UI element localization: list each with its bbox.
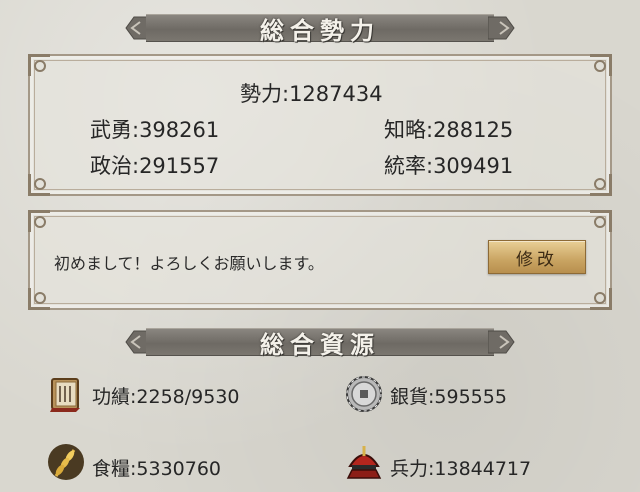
intelligence-stat: 知略:288125 <box>384 118 514 142</box>
power-section-title: 総合勢力 <box>260 15 380 45</box>
profile-message: 初めまして！よろしくお願いします。 <box>54 254 324 273</box>
food-value: 食糧:5330760 <box>92 458 222 480</box>
resources-section-header: 総合資源 <box>124 324 516 360</box>
silver-value: 銀貨:595555 <box>390 386 507 408</box>
samurai-helmet-icon <box>346 446 382 479</box>
profile-message-panel: 初めまして！よろしくお願いします。 修改 <box>28 210 612 310</box>
banner-ornament-icon <box>488 330 515 354</box>
command-stat: 統率:309491 <box>384 154 514 178</box>
edit-button[interactable]: 修改 <box>488 240 586 274</box>
silver-coin-icon <box>346 376 382 412</box>
scroll-book-icon <box>50 378 80 412</box>
total-power-stat: 勢力:1287434 <box>240 82 383 106</box>
merit-value: 功績:2258/9530 <box>92 386 240 408</box>
wheat-icon <box>48 444 84 480</box>
power-section-header: 総合勢力 <box>124 10 516 46</box>
politics-stat: 政治:291557 <box>90 154 220 178</box>
bravery-stat: 武勇:398261 <box>90 118 220 142</box>
banner-ornament-icon <box>488 16 515 40</box>
resources-section-title: 総合資源 <box>260 329 380 359</box>
power-stats-panel: 勢力:1287434 武勇:398261 知略:288125 政治:291557… <box>28 54 612 196</box>
troops-value: 兵力:13844717 <box>390 458 532 480</box>
